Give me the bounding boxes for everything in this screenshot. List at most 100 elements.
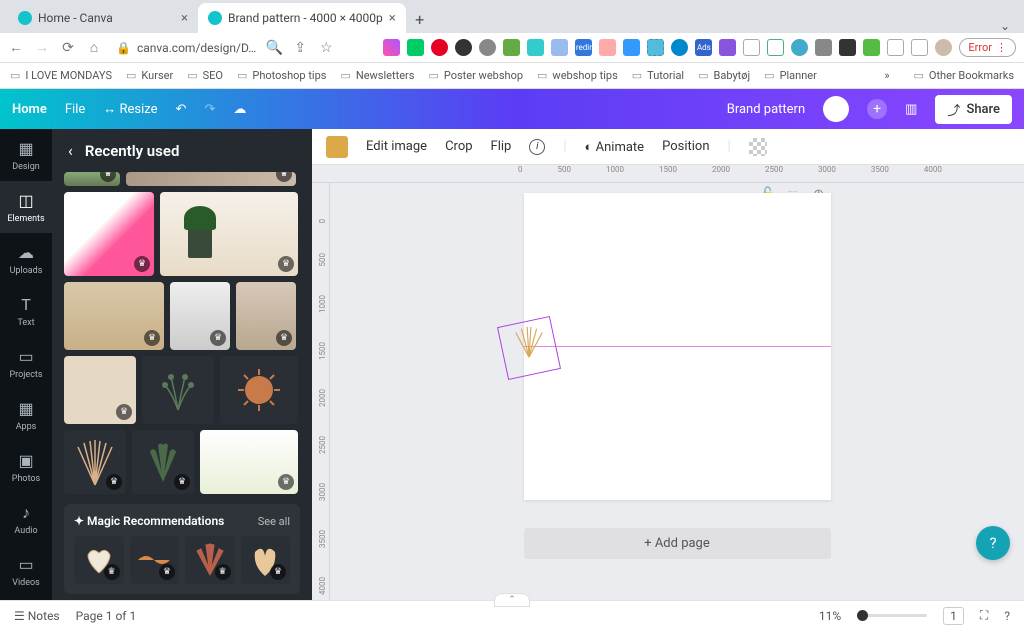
- zoom-slider[interactable]: [857, 614, 927, 617]
- nav-uploads[interactable]: ☁Uploads: [0, 233, 52, 285]
- close-icon[interactable]: ×: [181, 11, 188, 26]
- browser-tab[interactable]: Home - Canva ×: [8, 3, 198, 33]
- zoom-level[interactable]: 11%: [819, 609, 841, 623]
- canvas-page[interactable]: [524, 193, 831, 500]
- element-thumb[interactable]: [142, 356, 214, 424]
- pinterest-icon[interactable]: [431, 39, 448, 56]
- bookmark-item[interactable]: ▭I LOVE MONDAYS: [10, 69, 112, 82]
- add-collaborator-button[interactable]: +: [867, 99, 887, 119]
- ext-icon[interactable]: [551, 39, 568, 56]
- home-button[interactable]: Home: [12, 102, 47, 117]
- ext-icon[interactable]: [647, 39, 664, 56]
- element-thumb[interactable]: ♛: [64, 282, 164, 350]
- bookmarks-overflow[interactable]: »: [884, 69, 889, 82]
- element-thumb[interactable]: ♛: [236, 282, 296, 350]
- bookmark-item[interactable]: ▭Tutorial: [632, 69, 684, 82]
- animate-button[interactable]: ◐ Animate: [585, 139, 645, 155]
- nav-photos[interactable]: ▣Photos: [0, 441, 52, 493]
- flip-button[interactable]: Flip: [491, 139, 512, 154]
- ext-icon[interactable]: [479, 39, 496, 56]
- info-icon[interactable]: i: [529, 139, 545, 155]
- palm-leaf-element[interactable]: [510, 323, 548, 361]
- ext-icon[interactable]: [455, 39, 472, 56]
- help-button[interactable]: ?: [976, 526, 1010, 560]
- bookmark-item[interactable]: ▭Kurser: [126, 69, 173, 82]
- nav-text[interactable]: TText: [0, 285, 52, 337]
- forward-icon[interactable]: →: [34, 40, 50, 56]
- element-thumb[interactable]: ♛: [64, 430, 126, 494]
- ext-icon[interactable]: [911, 39, 928, 56]
- see-all-link[interactable]: See all: [258, 515, 290, 528]
- element-thumb[interactable]: ♛: [64, 356, 136, 424]
- bookmark-item[interactable]: ▭Poster webshop: [428, 69, 523, 82]
- design-title[interactable]: Brand pattern: [727, 102, 805, 117]
- element-thumb[interactable]: ♛: [74, 536, 124, 584]
- user-avatar[interactable]: [823, 96, 849, 122]
- insights-icon[interactable]: ▥: [905, 102, 917, 117]
- transparency-icon[interactable]: [749, 138, 767, 156]
- page-number-badge[interactable]: 1: [943, 607, 964, 625]
- page-indicator[interactable]: Page 1 of 1: [76, 609, 137, 623]
- add-page-button[interactable]: + Add page: [524, 528, 831, 559]
- panel-content[interactable]: ♛ ♛ ♛ ♛ ♛ ♛ ♛ ♛ ♛ ♛ ♛ ✦ Magic Recommenda…: [52, 172, 312, 600]
- notes-button[interactable]: ☰ Notes: [14, 609, 60, 623]
- ext-icon[interactable]: [503, 39, 520, 56]
- resize-button[interactable]: ↔ Resize: [103, 101, 157, 117]
- ext-icon[interactable]: [719, 39, 736, 56]
- position-button[interactable]: Position: [662, 139, 709, 154]
- share-icon[interactable]: ⇪: [292, 40, 308, 56]
- element-thumb[interactable]: ♛: [64, 172, 120, 186]
- nav-design[interactable]: ▦Design: [0, 129, 52, 181]
- star-icon[interactable]: ☆: [318, 40, 334, 56]
- element-thumb[interactable]: ♛: [160, 192, 298, 276]
- redo-icon[interactable]: ↷: [204, 102, 215, 117]
- element-thumb[interactable]: [220, 356, 298, 424]
- close-icon[interactable]: ×: [389, 11, 396, 26]
- nav-apps[interactable]: ▦Apps: [0, 389, 52, 441]
- element-thumb[interactable]: ♛: [132, 430, 194, 494]
- profile-avatar[interactable]: [935, 39, 952, 56]
- bookmark-item[interactable]: ▭Babytøj: [698, 69, 750, 82]
- browser-tab-active[interactable]: Brand pattern - 4000 × 4000p ×: [198, 3, 406, 33]
- home-icon[interactable]: ⌂: [86, 40, 102, 56]
- reload-icon[interactable]: ⟳: [60, 40, 76, 56]
- ext-icon[interactable]: [623, 39, 640, 56]
- bookmark-item[interactable]: ▭webshop tips: [537, 69, 618, 82]
- other-bookmarks[interactable]: ▭Other Bookmarks: [913, 69, 1014, 82]
- puzzle-icon[interactable]: [863, 39, 880, 56]
- canvas-viewport[interactable]: 🔓 ⿻ ⊕ + Add page ?: [330, 183, 1024, 600]
- error-pill[interactable]: Error⋮: [959, 38, 1016, 57]
- edit-image-button[interactable]: Edit image: [366, 139, 427, 154]
- element-thumb[interactable]: ♛: [130, 536, 180, 584]
- element-thumb[interactable]: ♛: [185, 536, 235, 584]
- nav-audio[interactable]: ♪Audio: [0, 493, 52, 545]
- nav-videos[interactable]: ▭Videos: [0, 545, 52, 597]
- help-icon[interactable]: ?: [1004, 609, 1010, 623]
- ext-icon[interactable]: [767, 39, 784, 56]
- ext-icon[interactable]: [527, 39, 544, 56]
- crop-button[interactable]: Crop: [445, 139, 472, 154]
- element-thumb[interactable]: ♛: [241, 536, 291, 584]
- element-thumb[interactable]: ♛: [200, 430, 298, 494]
- back-icon[interactable]: ←: [8, 40, 24, 56]
- tabs-overflow-icon[interactable]: ⌄: [1000, 19, 1010, 33]
- bookmark-item[interactable]: ▭Photoshop tips: [237, 69, 326, 82]
- element-thumb[interactable]: ♛: [64, 192, 154, 276]
- ext-icon[interactable]: [743, 39, 760, 56]
- new-tab-button[interactable]: +: [406, 5, 434, 33]
- search-icon[interactable]: 🔍: [266, 40, 282, 56]
- element-thumb[interactable]: ♛: [170, 282, 230, 350]
- bookmark-item[interactable]: ▭Planner: [764, 69, 817, 82]
- ext-icon[interactable]: [671, 39, 688, 56]
- back-icon[interactable]: ‹: [68, 141, 73, 160]
- ads-icon[interactable]: Ads: [695, 39, 712, 56]
- element-thumb[interactable]: ♛: [126, 172, 296, 186]
- ext-icon[interactable]: [407, 39, 424, 56]
- bookmark-item[interactable]: ▭SEO: [187, 69, 223, 82]
- file-menu[interactable]: File: [65, 102, 85, 117]
- ext-icon[interactable]: [599, 39, 616, 56]
- address-bar[interactable]: 🔒 canva.com/design/D…: [116, 41, 256, 55]
- ext-icon[interactable]: [887, 39, 904, 56]
- share-button[interactable]: ⤴Share: [935, 95, 1012, 124]
- collapse-bottom-icon[interactable]: ⌃: [494, 593, 530, 607]
